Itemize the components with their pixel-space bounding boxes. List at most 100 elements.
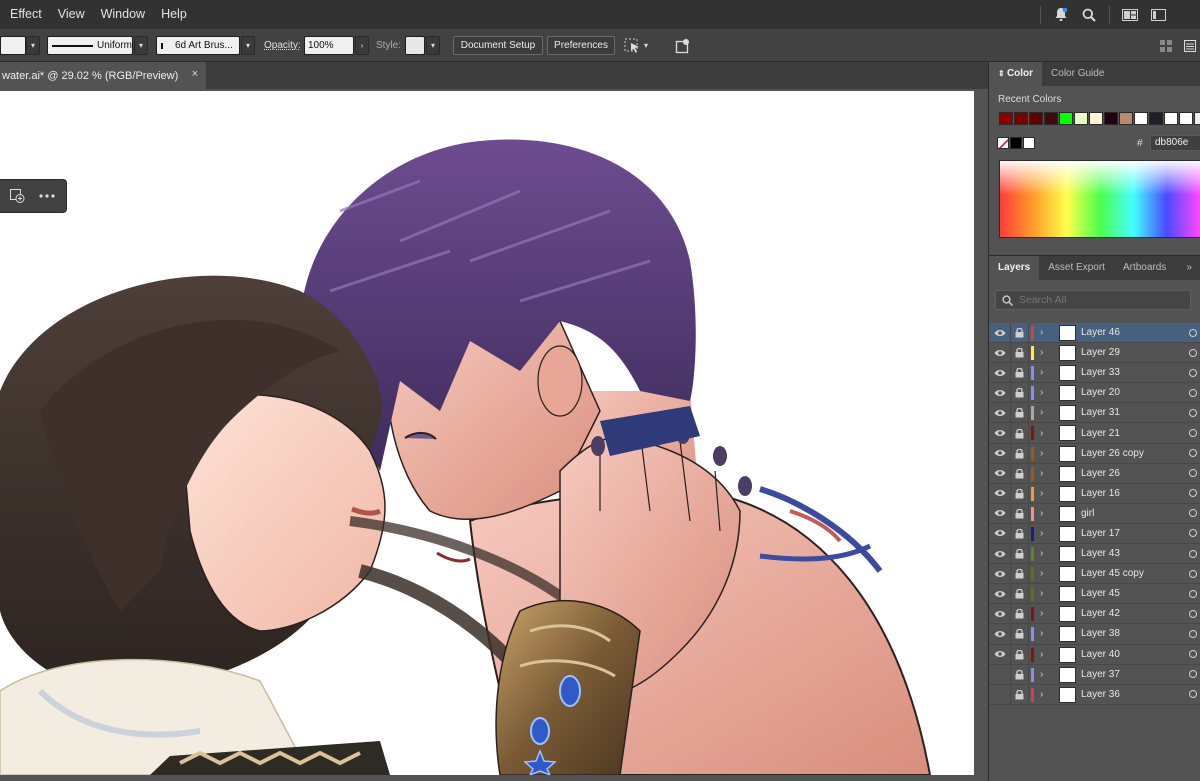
layer-name[interactable]: Layer 26 copy [1081,448,1144,459]
layer-target-icon[interactable] [1189,589,1197,598]
layer-name[interactable]: girl [1081,508,1094,519]
eye-icon[interactable] [993,507,1007,519]
layer-row[interactable]: › Layer 17 [989,523,1200,545]
layer-name[interactable]: Layer 29 [1081,347,1120,358]
brush-dropdown[interactable]: ▾ [241,36,255,55]
lock-icon[interactable] [1014,367,1025,379]
layer-row[interactable]: › Layer 26 [989,463,1200,484]
opacity-label[interactable]: Opacity: [264,36,301,55]
fill-dropdown[interactable]: ▾ [26,36,40,55]
recent-color-swatch[interactable] [999,112,1013,125]
eye-icon[interactable] [993,628,1007,640]
lock-icon[interactable] [1014,427,1025,439]
layer-target-icon[interactable] [1189,489,1197,498]
document-tab[interactable]: water.ai* @ 29.02 % (RGB/Preview) × [0,62,206,89]
lock-icon[interactable] [1014,608,1025,620]
lock-icon[interactable] [1014,407,1025,419]
eye-icon[interactable] [993,648,1007,660]
lock-icon[interactable] [1014,588,1025,600]
menu-window[interactable]: Window [93,0,153,29]
expand-arrow-icon[interactable]: › [1040,649,1043,660]
layer-row[interactable]: › Layer 36 [989,684,1200,705]
expand-arrow-icon[interactable]: › [1040,568,1043,579]
layer-name[interactable]: Layer 31 [1081,407,1120,418]
recent-color-swatch[interactable] [1029,112,1043,125]
panel-dock-gutter[interactable] [974,89,988,781]
expand-arrow-icon[interactable]: › [1040,448,1043,459]
layer-name[interactable]: Layer 36 [1081,689,1120,700]
layer-row[interactable]: › Layer 21 [989,423,1200,444]
none-swatch[interactable] [997,137,1009,149]
expand-arrow-icon[interactable]: › [1040,548,1043,559]
lock-icon[interactable] [1014,548,1025,560]
tab-layers[interactable]: Layers [989,256,1040,280]
expand-arrow-icon[interactable]: › [1040,508,1043,519]
layer-target-icon[interactable] [1189,650,1197,659]
layer-name[interactable]: Layer 40 [1081,649,1120,660]
layer-search-field[interactable] [995,290,1191,310]
lock-icon[interactable] [1014,568,1025,580]
layer-row[interactable]: › Layer 20 [989,383,1200,404]
more-options-icon[interactable] [34,183,60,209]
layer-target-icon[interactable] [1189,629,1197,638]
layer-target-icon[interactable] [1189,408,1197,417]
eye-icon[interactable] [993,387,1007,399]
layer-target-icon[interactable] [1189,549,1197,558]
eye-hidden-icon[interactable] [993,668,1007,680]
close-icon[interactable]: × [192,68,198,80]
expand-arrow-icon[interactable]: › [1040,488,1043,499]
eye-icon[interactable] [993,527,1007,539]
stroke-profile-dropdown[interactable]: ▾ [134,36,148,55]
preferences-button[interactable]: Preferences [547,36,615,55]
lock-icon[interactable] [1014,327,1025,339]
layer-target-icon[interactable] [1189,569,1197,578]
add-artboard-icon[interactable] [4,183,30,209]
fill-swatch[interactable] [0,36,26,55]
lock-icon[interactable] [1014,487,1025,499]
notification-bell-icon[interactable] [1047,0,1075,29]
lock-icon[interactable] [1014,527,1025,539]
layer-name[interactable]: Layer 46 [1081,327,1120,338]
eye-icon[interactable] [993,487,1007,499]
layer-row[interactable]: › Layer 33 [989,363,1200,384]
layer-name[interactable]: Layer 45 [1081,588,1120,599]
control-menu-icon[interactable] [1184,36,1198,55]
expand-arrow-icon[interactable]: › [1040,468,1043,479]
lock-icon[interactable] [1014,447,1025,459]
menu-help[interactable]: Help [153,0,195,29]
select-similar-button[interactable]: ▾ [624,36,654,55]
align-grid-icon[interactable] [1160,36,1174,55]
recent-color-swatch[interactable] [1194,112,1200,125]
layer-row[interactable]: › Layer 45 [989,584,1200,605]
eye-icon[interactable] [993,588,1007,600]
lock-icon[interactable] [1014,387,1025,399]
lock-icon[interactable] [1014,347,1025,359]
layer-row[interactable]: › Layer 26 copy [989,443,1200,464]
tab-color[interactable]: ⇕ Color [989,62,1043,86]
document-setup-button[interactable]: Document Setup [453,36,543,55]
layer-name[interactable]: Layer 21 [1081,428,1120,439]
recent-color-swatch[interactable] [1149,112,1163,125]
opacity-dropdown[interactable]: › [355,36,369,55]
eye-icon[interactable] [993,327,1007,339]
tab-color-guide[interactable]: Color Guide [1042,62,1113,86]
lock-icon[interactable] [1014,668,1025,680]
expand-arrow-icon[interactable]: › [1040,367,1043,378]
canvas-area[interactable] [0,89,988,781]
tab-artboards[interactable]: Artboards [1114,256,1175,280]
recent-color-swatch[interactable] [1164,112,1178,125]
layer-target-icon[interactable] [1189,348,1197,357]
recent-color-swatch[interactable] [1089,112,1103,125]
layer-target-icon[interactable] [1189,449,1197,458]
layer-target-icon[interactable] [1189,429,1197,438]
layer-name[interactable]: Layer 20 [1081,387,1120,398]
layer-name[interactable]: Layer 16 [1081,488,1120,499]
lock-icon[interactable] [1014,628,1025,640]
eye-icon[interactable] [993,347,1007,359]
opacity-input[interactable]: 100% [304,36,354,55]
collapse-panels-icon[interactable]: » [1177,256,1200,280]
menu-effect[interactable]: Effect [0,0,50,29]
layer-target-icon[interactable] [1189,368,1197,377]
white-swatch[interactable] [1023,137,1035,149]
arrange-documents-icon[interactable] [1116,0,1144,29]
